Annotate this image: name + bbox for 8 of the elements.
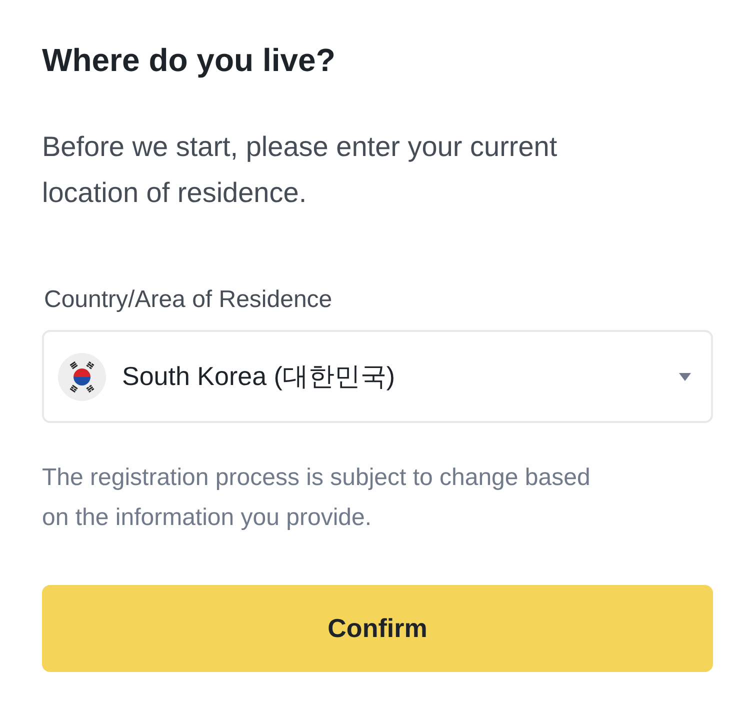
confirm-button[interactable]: Confirm [42,585,713,672]
flag-icon [58,352,106,400]
country-select[interactable]: South Korea (대한민국) [42,330,713,423]
page-title: Where do you live? [42,41,336,80]
note-text: The registration process is subject to change based on the information you provide. [42,463,592,533]
field-label: Country/Area of Residence [43,285,332,315]
caret-icon [679,372,691,380]
intro-text: Before we start, please enter your current location of residence. [42,130,558,210]
